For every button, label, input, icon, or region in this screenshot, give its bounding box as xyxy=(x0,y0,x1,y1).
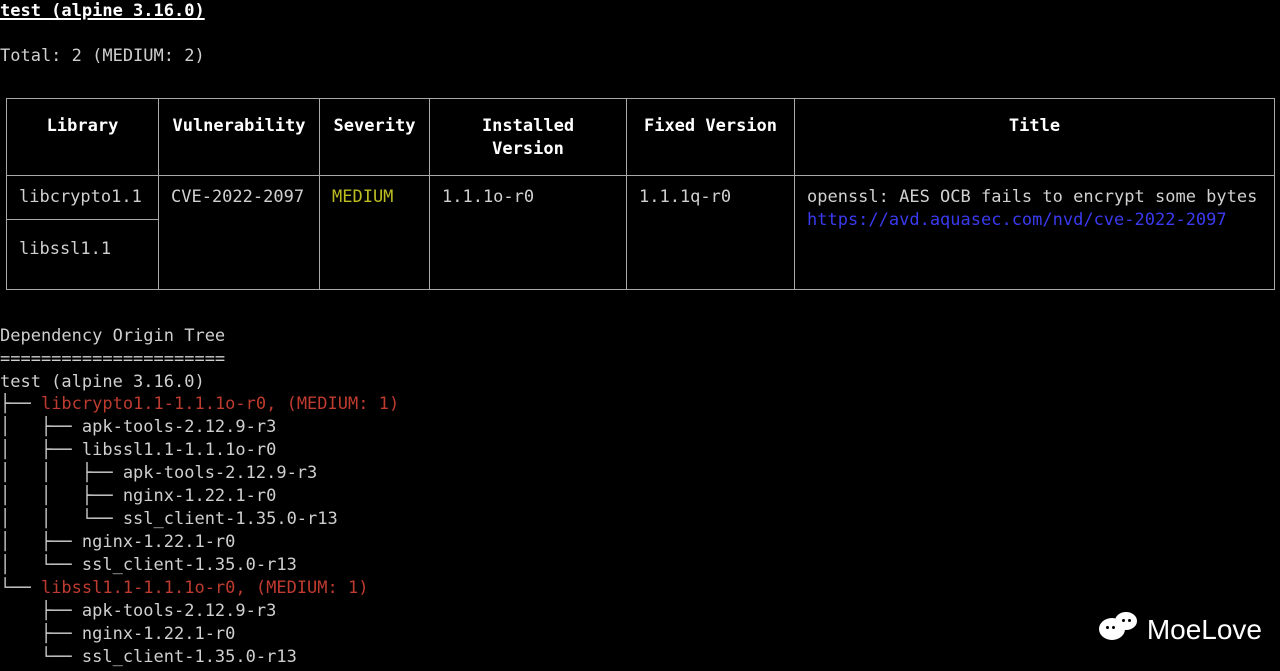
tree-heading: Dependency Origin Tree xyxy=(0,326,225,346)
cell-vulnerability: CVE-2022-2097 xyxy=(159,175,320,289)
tree-line: │ │ ├── apk-tools-2.12.9-r3 xyxy=(0,463,317,483)
tree-vuln-node: libssl1.1-1.1.1o-r0, (MEDIUM: 1) xyxy=(41,578,369,598)
cell-title: openssl: AES OCB fails to encrypt some b… xyxy=(795,175,1275,289)
tree-branch: ├── xyxy=(0,394,41,414)
vulnerability-table: Library Vulnerability Severity Installed… xyxy=(6,98,1275,290)
col-library: Library xyxy=(7,98,159,175)
vuln-title-link[interactable]: https://avd.aquasec.com/nvd/cve-2022-209… xyxy=(807,210,1227,230)
cell-library: libssl1.1 xyxy=(7,219,159,289)
table-row: libcrypto1.1 CVE-2022-2097 MEDIUM 1.1.1o… xyxy=(7,175,1275,219)
tree-line: │ │ └── ssl_client-1.35.0-r13 xyxy=(0,509,338,529)
tree-line: └── ssl_client-1.35.0-r13 xyxy=(0,647,297,667)
cell-library: libcrypto1.1 xyxy=(7,175,159,219)
wechat-icon xyxy=(1099,612,1139,648)
tree-line: │ └── ssl_client-1.35.0-r13 xyxy=(0,555,297,575)
scan-target-header: test (alpine 3.16.0) xyxy=(0,0,205,23)
dependency-tree: Dependency Origin Tree =================… xyxy=(0,325,1280,669)
tree-root: test (alpine 3.16.0) xyxy=(0,372,205,392)
cell-installed: 1.1.1o-r0 xyxy=(430,175,627,289)
col-title: Title xyxy=(795,98,1275,175)
watermark: MoeLove xyxy=(1099,611,1262,649)
tree-line: │ ├── nginx-1.22.1-r0 xyxy=(0,532,235,552)
col-installed: Installed Version xyxy=(430,98,627,175)
cell-fixed: 1.1.1q-r0 xyxy=(627,175,795,289)
cell-severity: MEDIUM xyxy=(320,175,430,289)
col-severity: Severity xyxy=(320,98,430,175)
tree-line: │ │ ├── nginx-1.22.1-r0 xyxy=(0,486,276,506)
tree-branch: └── xyxy=(0,578,41,598)
vuln-title-text: openssl: AES OCB fails to encrypt some b… xyxy=(807,187,1257,207)
tree-line: ├── nginx-1.22.1-r0 xyxy=(0,624,235,644)
totals-line: Total: 2 (MEDIUM: 2) xyxy=(0,45,1280,68)
table-header-row: Library Vulnerability Severity Installed… xyxy=(7,98,1275,175)
watermark-text: MoeLove xyxy=(1147,611,1262,649)
col-fixed: Fixed Version xyxy=(627,98,795,175)
tree-separator: ====================== xyxy=(0,349,225,369)
tree-line: │ ├── apk-tools-2.12.9-r3 xyxy=(0,417,276,437)
tree-line: │ ├── libssl1.1-1.1.1o-r0 xyxy=(0,440,276,460)
tree-vuln-node: libcrypto1.1-1.1.1o-r0, (MEDIUM: 1) xyxy=(41,394,399,414)
severity-medium: MEDIUM xyxy=(332,187,393,207)
tree-line: ├── apk-tools-2.12.9-r3 xyxy=(0,601,276,621)
col-vulnerability: Vulnerability xyxy=(159,98,320,175)
